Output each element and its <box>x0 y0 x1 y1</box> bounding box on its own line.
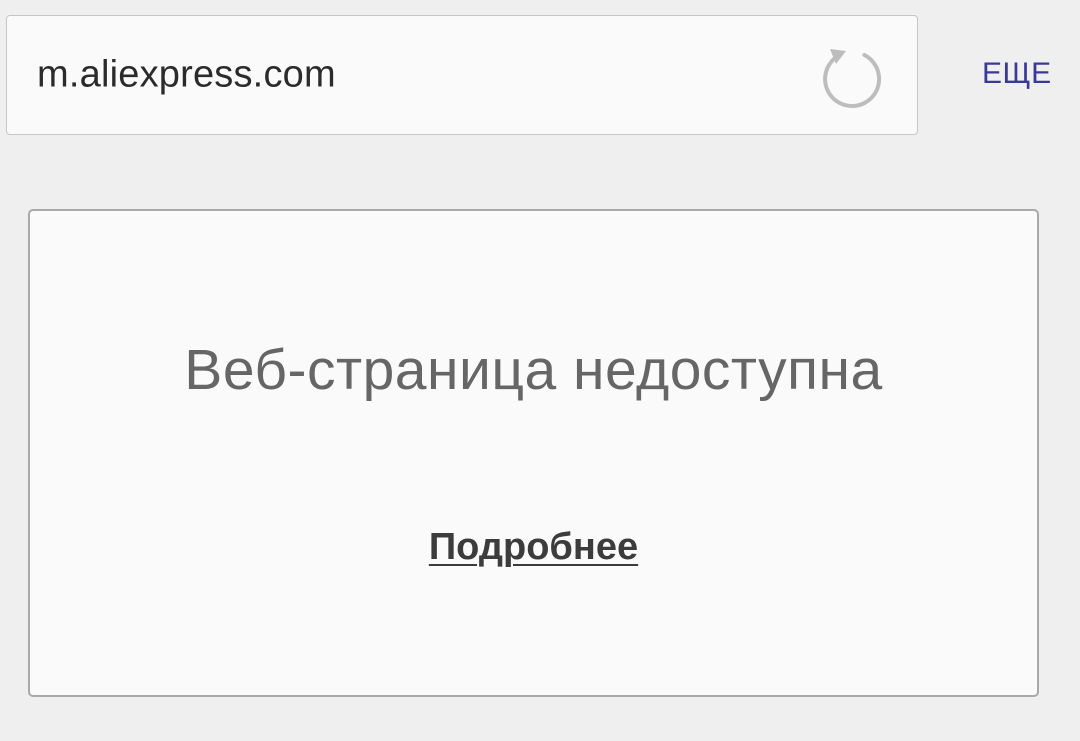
address-bar[interactable]: m.aliexpress.com <box>6 15 918 135</box>
error-title: Веб-страница недоступна <box>184 338 883 402</box>
browser-page: m.aliexpress.com ЕЩЕ Веб-страница недост… <box>0 0 1080 741</box>
error-card: Веб-страница недоступна Подробнее <box>28 209 1039 697</box>
details-link-row: Подробнее <box>30 526 1037 569</box>
url-text[interactable]: m.aliexpress.com <box>37 54 336 97</box>
details-link[interactable]: Подробнее <box>429 526 638 568</box>
more-button[interactable]: ЕЩЕ <box>982 57 1052 91</box>
reload-icon[interactable] <box>817 42 887 112</box>
